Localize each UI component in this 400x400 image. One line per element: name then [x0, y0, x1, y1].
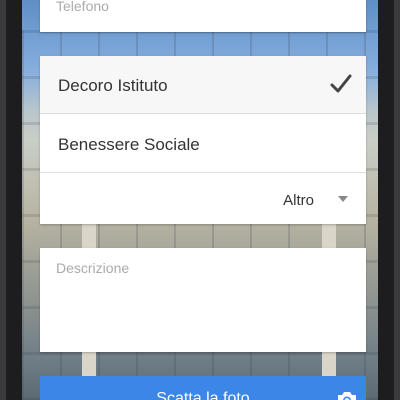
camera-icon: [338, 392, 356, 400]
category-option-label: Decoro Istituto: [58, 76, 168, 95]
description-placeholder: Descrizione: [56, 260, 130, 276]
other-category-select[interactable]: Altro: [40, 174, 366, 224]
description-field[interactable]: Descrizione: [40, 248, 366, 352]
category-list: Decoro Istituto Benessere Sociale Altro: [40, 56, 366, 224]
take-photo-button[interactable]: Scatta la foto: [40, 376, 366, 400]
check-icon: [330, 74, 352, 93]
phone-bezel-left: [0, 0, 6, 400]
phone-field[interactable]: Telefono: [40, 0, 366, 32]
phone-bezel-right: [394, 0, 400, 400]
category-option-benessere-sociale[interactable]: Benessere Sociale: [40, 115, 366, 173]
phone-field-placeholder: Telefono: [56, 0, 109, 14]
take-photo-button-label: Scatta la foto: [156, 390, 250, 400]
other-category-selected-value: Altro: [283, 192, 314, 209]
category-option-decoro-istituto[interactable]: Decoro Istituto: [40, 56, 366, 114]
category-option-label: Benessere Sociale: [58, 135, 200, 154]
app-screen: Telefono Decoro Istituto Benessere Socia…: [22, 0, 378, 400]
chevron-down-icon: [338, 196, 348, 202]
phone-frame: Telefono Decoro Istituto Benessere Socia…: [0, 0, 400, 400]
